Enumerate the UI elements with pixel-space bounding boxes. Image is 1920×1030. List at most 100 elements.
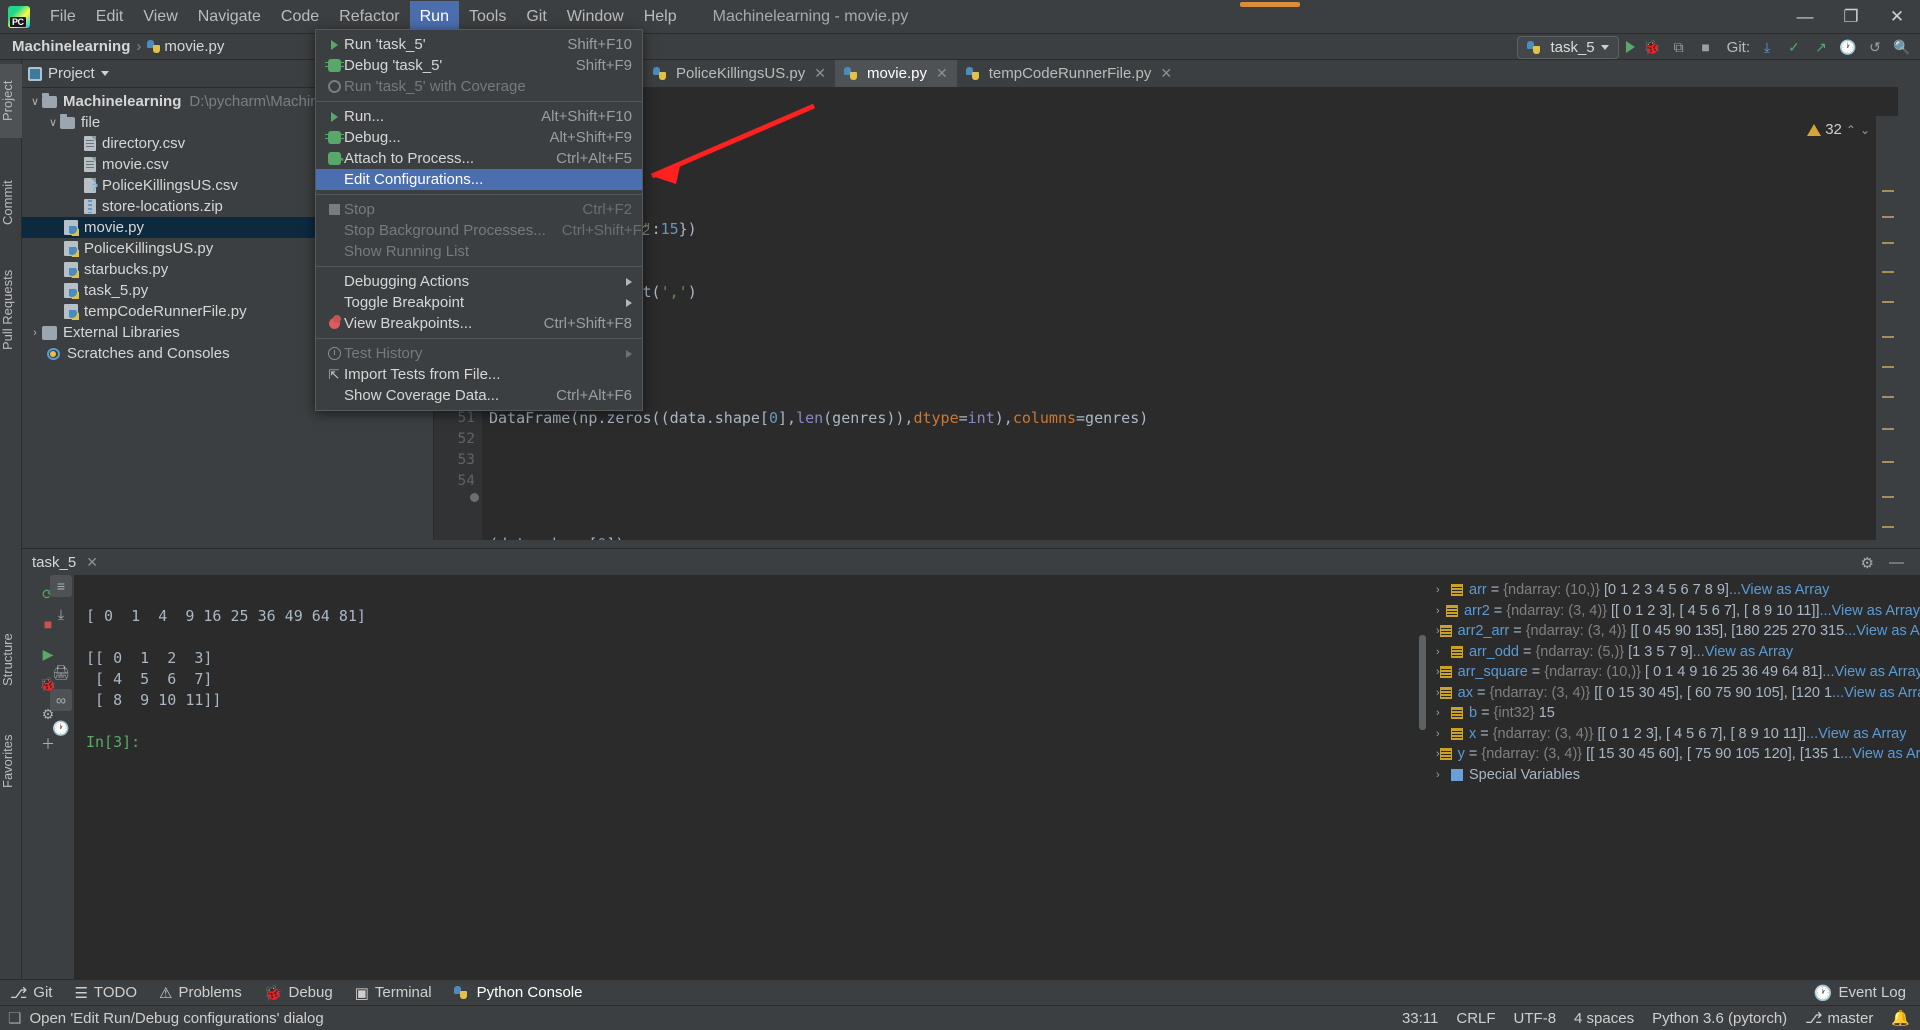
chevron-up-icon[interactable]: ⌃ — [1846, 123, 1856, 137]
menu-item-debugging-actions[interactable]: Debugging Actions — [316, 271, 642, 292]
sidebar-item-favorites[interactable]: Favorites — [0, 720, 22, 802]
console-tab-task5[interactable]: task_5 ✕ — [32, 554, 98, 571]
close-button[interactable]: ✕ — [1874, 0, 1920, 34]
chevron-right-icon[interactable]: › — [1436, 728, 1451, 740]
view-as-array-link[interactable]: ...View as Array — [1832, 685, 1920, 701]
menu-item-edit-configurations[interactable]: Edit Configurations... — [316, 169, 642, 190]
indent-setting[interactable]: 4 spaces — [1574, 1010, 1634, 1027]
variable-row-arr2[interactable]: › arr2 = {ndarray: (3, 4)} [[ 0 1 2 3], … — [1430, 601, 1920, 622]
chevron-right-icon[interactable]: › — [28, 327, 42, 339]
tab-movie-py[interactable]: movie.py ✕ — [834, 60, 957, 87]
undo-icon[interactable]: ↺ — [1865, 37, 1885, 57]
event-log-button[interactable]: 🕐 Event Log — [1814, 984, 1906, 1002]
maximize-button[interactable]: ❐ — [1828, 0, 1874, 34]
menu-git[interactable]: Git — [516, 1, 556, 33]
variable-row-ax[interactable]: › ax = {ndarray: (3, 4)} [[ 0 15 30 45],… — [1430, 683, 1920, 704]
tool-button-problems[interactable]: ⚠ Problems — [159, 984, 242, 1002]
close-icon[interactable]: ✕ — [1160, 65, 1172, 82]
menu-item-debug[interactable]: Debug... Alt+Shift+F9 — [316, 127, 642, 148]
menu-view[interactable]: View — [133, 1, 187, 33]
search-icon[interactable]: 🔍 — [1892, 37, 1912, 57]
chevron-right-icon[interactable]: › — [1436, 584, 1451, 596]
view-as-array-link[interactable]: ...View as Array — [1806, 726, 1906, 742]
close-icon[interactable]: ✕ — [86, 554, 98, 571]
run-with-coverage-button[interactable]: ⧉ — [1669, 37, 1689, 57]
menu-item-run-task5[interactable]: Run 'task_5' Shift+F10 — [316, 34, 642, 55]
view-as-array-link[interactable]: ...View as Array — [1729, 582, 1829, 598]
sidebar-item-project[interactable]: Project — [0, 64, 22, 138]
view-as-array-link[interactable]: ...View as Array — [1844, 623, 1920, 639]
variable-row-arr2-arr[interactable]: › arr2_arr = {ndarray: (3, 4)} [[ 0 45 9… — [1430, 621, 1920, 642]
chevron-down-icon[interactable]: ⌄ — [1860, 123, 1870, 137]
sidebar-item-pull-requests[interactable]: Pull Requests — [0, 252, 22, 368]
git-history-icon[interactable]: 🕐 — [1838, 37, 1858, 57]
run-menu-popup[interactable]: Run 'task_5' Shift+F10 Debug 'task_5' Sh… — [315, 29, 650, 411]
git-branch-widget[interactable]: ⎇ master — [1805, 1009, 1873, 1028]
menu-edit[interactable]: Edit — [86, 1, 134, 33]
file-encoding[interactable]: UTF-8 — [1514, 1010, 1557, 1027]
breadcrumb-project[interactable]: Machinelearning — [12, 38, 130, 55]
print-icon[interactable]: 🖨 — [50, 661, 72, 683]
view-as-array-link[interactable]: ...View as Array — [1693, 644, 1793, 660]
tool-button-python-console[interactable]: Python Console — [453, 984, 582, 1001]
scroll-to-end-icon[interactable]: ⤓ — [50, 603, 72, 625]
chevron-right-icon[interactable]: › — [1436, 646, 1451, 658]
variable-row-arr-square[interactable]: › arr_square = {ndarray: (10,)} [ 0 1 4 … — [1430, 662, 1920, 683]
variable-row-x[interactable]: › x = {ndarray: (3, 4)} [[ 0 1 2 3], [ 4… — [1430, 724, 1920, 745]
chevron-down-icon[interactable] — [100, 71, 109, 76]
chevron-right-icon[interactable]: › — [1436, 605, 1446, 617]
menu-item-import-tests-from-file[interactable]: ⇱ Import Tests from File... — [316, 364, 642, 385]
variable-row-b[interactable]: › b = {int32} 15 — [1430, 703, 1920, 724]
tab-tempcoderunnerfile-py[interactable]: tempCodeRunnerFile.py ✕ — [956, 60, 1182, 87]
menu-item-toggle-breakpoint[interactable]: Toggle Breakpoint — [316, 292, 642, 313]
git-commit-icon[interactable]: ✓ — [1784, 37, 1804, 57]
variable-row-arr-odd[interactable]: › arr_odd = {ndarray: (5,)} [1 3 5 7 9] … — [1430, 642, 1920, 663]
variables-panel[interactable]: › arr = {ndarray: (10,)} [0 1 2 3 4 5 6 … — [1430, 575, 1920, 1005]
menu-code[interactable]: Code — [271, 1, 329, 33]
close-icon[interactable]: ✕ — [814, 65, 826, 82]
menu-help[interactable]: Help — [634, 1, 687, 33]
menu-file[interactable]: File — [40, 1, 86, 33]
minimize-button[interactable]: — — [1782, 0, 1828, 34]
variable-row-y[interactable]: › y = {ndarray: (3, 4)} [[ 15 30 45 60],… — [1430, 744, 1920, 765]
stop-button[interactable]: ■ — [1696, 37, 1716, 57]
show-variables-icon[interactable]: ∞ — [50, 689, 72, 711]
menu-item-show-coverage-data[interactable]: Show Coverage Data... Ctrl+Alt+F6 — [316, 385, 642, 406]
chevron-down-icon[interactable]: ∨ — [28, 95, 42, 108]
console-scrollbar[interactable] — [1419, 635, 1426, 730]
inspection-warning-badge[interactable]: 32 ⌃ ⌄ — [1807, 121, 1870, 138]
chevron-right-icon[interactable]: › — [1436, 707, 1451, 719]
view-as-array-link[interactable]: ...View as Array — [1822, 664, 1920, 680]
chevron-right-icon[interactable]: › — [1436, 769, 1451, 781]
sidebar-item-structure[interactable]: Structure — [0, 620, 22, 700]
tab-policekillingsus-py[interactable]: PoliceKillingsUS.py ✕ — [644, 60, 835, 87]
caret-position[interactable]: 33:11 — [1402, 1010, 1438, 1027]
menu-run[interactable]: Run — [409, 0, 459, 33]
menu-item-view-breakpoints[interactable]: View Breakpoints... Ctrl+Shift+F8 — [316, 313, 642, 334]
view-as-array-link[interactable]: ...View as Array — [1820, 603, 1920, 619]
menu-item-debug-task5[interactable]: Debug 'task_5' Shift+F9 — [316, 55, 642, 76]
tool-button-debug[interactable]: 🐞 Debug — [264, 984, 333, 1002]
error-stripe-marker-bar[interactable] — [1876, 116, 1898, 540]
variable-row-arr[interactable]: › arr = {ndarray: (10,)} [0 1 2 3 4 5 6 … — [1430, 580, 1920, 601]
gear-icon[interactable]: ⚙ — [1861, 554, 1874, 572]
git-push-icon[interactable]: ↗ — [1811, 37, 1831, 57]
tool-button-todo[interactable]: ☰ TODO — [74, 984, 137, 1002]
breakpoint-gutter-marker[interactable] — [470, 493, 479, 502]
sidebar-item-commit[interactable]: Commit — [0, 164, 22, 242]
menu-tools[interactable]: Tools — [459, 1, 516, 33]
minimize-panel-icon[interactable]: — — [1889, 554, 1904, 571]
close-icon[interactable]: ✕ — [936, 65, 948, 82]
console-output[interactable]: [ 0 1 4 9 16 25 36 49 64 81] [[ 0 1 2 3]… — [74, 575, 1430, 1005]
debug-button[interactable]: 🐞 — [1642, 37, 1662, 57]
tool-button-terminal[interactable]: ▣ Terminal — [355, 984, 432, 1002]
chevron-down-icon[interactable]: ∨ — [46, 116, 60, 129]
menu-item-attach-to-process[interactable]: Attach to Process... Ctrl+Alt+F5 — [316, 148, 642, 169]
variable-row-special-variables[interactable]: › Special Variables — [1430, 765, 1920, 786]
python-interpreter[interactable]: Python 3.6 (pytorch) — [1652, 1010, 1787, 1027]
code-editor[interactable]: 48 49 50 51 52 53 54 pdate({"font.size":… — [434, 88, 1898, 540]
menu-navigate[interactable]: Navigate — [188, 1, 271, 33]
run-button[interactable] — [1625, 41, 1635, 53]
breadcrumb-file[interactable]: movie.py — [164, 38, 224, 55]
run-configuration-selector[interactable]: task_5 — [1517, 35, 1619, 59]
